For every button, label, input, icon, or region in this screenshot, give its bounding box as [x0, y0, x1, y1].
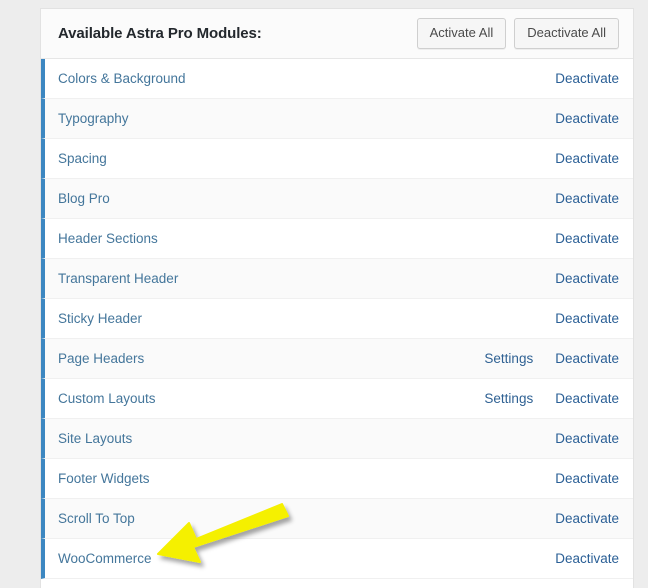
module-row: Scroll To Top Deactivate	[41, 499, 633, 539]
module-name-link[interactable]: Header Sections	[58, 231, 555, 246]
module-row-actions: Deactivate	[555, 231, 619, 246]
module-row: Sticky Header Deactivate	[41, 299, 633, 339]
module-name-link[interactable]: Page Headers	[58, 351, 484, 366]
module-name-link[interactable]: WooCommerce	[58, 551, 555, 566]
module-row-actions: Deactivate	[555, 471, 619, 486]
module-deactivate-link[interactable]: Deactivate	[555, 391, 619, 406]
module-deactivate-link[interactable]: Deactivate	[555, 511, 619, 526]
module-row-actions: Deactivate	[555, 551, 619, 566]
module-name-link[interactable]: Transparent Header	[58, 271, 555, 286]
module-row-actions: Deactivate	[555, 191, 619, 206]
astra-pro-modules-panel: Available Astra Pro Modules: Activate Al…	[40, 8, 634, 588]
module-row-actions: Settings Deactivate	[484, 351, 619, 366]
module-row-actions: Deactivate	[555, 511, 619, 526]
module-deactivate-link[interactable]: Deactivate	[555, 151, 619, 166]
page-title: Available Astra Pro Modules:	[58, 25, 262, 42]
module-row-actions: Deactivate	[555, 151, 619, 166]
module-row: Typography Deactivate	[41, 99, 633, 139]
module-row: Spacing Deactivate	[41, 139, 633, 179]
module-deactivate-link[interactable]: Deactivate	[555, 191, 619, 206]
module-row: Footer Widgets Deactivate	[41, 459, 633, 499]
module-row-actions: Deactivate	[555, 271, 619, 286]
deactivate-all-button[interactable]: Deactivate All	[514, 18, 619, 49]
module-row: Transparent Header Deactivate	[41, 259, 633, 299]
module-name-link[interactable]: Spacing	[58, 151, 555, 166]
module-name-link[interactable]: Colors & Background	[58, 71, 555, 86]
module-name-link[interactable]: Custom Layouts	[58, 391, 484, 406]
module-deactivate-link[interactable]: Deactivate	[555, 231, 619, 246]
module-deactivate-link[interactable]: Deactivate	[555, 351, 619, 366]
header-button-group: Activate All Deactivate All	[416, 18, 619, 49]
module-deactivate-link[interactable]: Deactivate	[555, 71, 619, 86]
module-deactivate-link[interactable]: Deactivate	[555, 311, 619, 326]
module-settings-link[interactable]: Settings	[484, 351, 533, 366]
module-row: Blog Pro Deactivate	[41, 179, 633, 219]
module-row-actions: Settings Deactivate	[484, 391, 619, 406]
module-row: Colors & Background Deactivate	[41, 59, 633, 99]
module-name-link[interactable]: Blog Pro	[58, 191, 555, 206]
module-row: Custom Layouts Settings Deactivate	[41, 379, 633, 419]
module-row: WooCommerce Deactivate	[41, 539, 633, 579]
activate-all-button[interactable]: Activate All	[416, 18, 507, 49]
module-deactivate-link[interactable]: Deactivate	[555, 111, 619, 126]
module-row: Page Headers Settings Deactivate	[41, 339, 633, 379]
module-deactivate-link[interactable]: Deactivate	[555, 551, 619, 566]
panel-header: Available Astra Pro Modules: Activate Al…	[41, 9, 633, 59]
module-list: Colors & Background Deactivate Typography D…	[41, 59, 633, 579]
module-deactivate-link[interactable]: Deactivate	[555, 471, 619, 486]
module-name-link[interactable]: Typography	[58, 111, 555, 126]
module-row: Site Layouts Deactivate	[41, 419, 633, 459]
module-row-actions: Deactivate	[555, 311, 619, 326]
module-row: Header Sections Deactivate	[41, 219, 633, 259]
module-name-link[interactable]: Sticky Header	[58, 311, 555, 326]
module-row-actions: Deactivate	[555, 111, 619, 126]
module-deactivate-link[interactable]: Deactivate	[555, 271, 619, 286]
module-name-link[interactable]: Footer Widgets	[58, 471, 555, 486]
module-deactivate-link[interactable]: Deactivate	[555, 431, 619, 446]
module-name-link[interactable]: Site Layouts	[58, 431, 555, 446]
module-row-actions: Deactivate	[555, 71, 619, 86]
module-row-actions: Deactivate	[555, 431, 619, 446]
module-settings-link[interactable]: Settings	[484, 391, 533, 406]
module-name-link[interactable]: Scroll To Top	[58, 511, 555, 526]
